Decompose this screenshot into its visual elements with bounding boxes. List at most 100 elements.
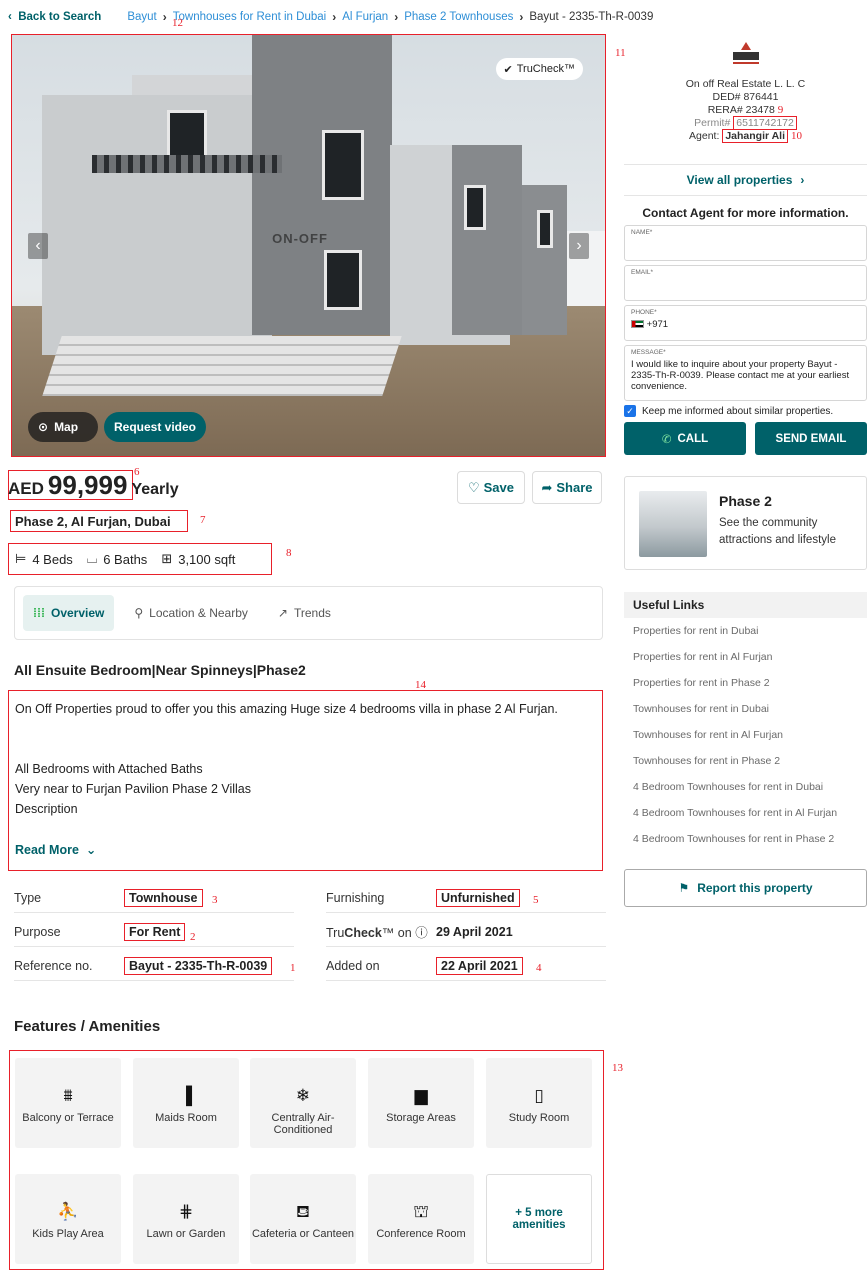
breadcrumb-item-townhouses[interactable]: Townhouses for Rent in Dubai — [173, 11, 326, 23]
more-amenities-button[interactable]: + 5 more amenities — [486, 1174, 592, 1264]
detail-value: 22 April 2021 — [436, 956, 523, 975]
section-tabs: ⁞⁞⁞ Overview ⚲ Location & Nearby ↗ Trend… — [14, 586, 603, 640]
amenity-cafeteria: ⛾ Cafeteria or Canteen — [250, 1174, 356, 1264]
useful-link[interactable]: 4 Bedroom Townhouses for rent in Al Furj… — [633, 800, 867, 826]
description-line — [15, 739, 596, 759]
tab-trends[interactable]: ↗ Trends — [268, 595, 341, 631]
photo-gallery[interactable]: ON-OFF ‹ › ✔ TruCheck™ ⊙ Map Request vid… — [11, 34, 606, 457]
tab-overview[interactable]: ⁞⁞⁞ Overview — [23, 595, 115, 631]
price: AED 99,999 Yearly — [8, 470, 179, 500]
amenity-maids-room: ▐ Maids Room — [133, 1058, 239, 1148]
beds-spec: ⊨ 4 Beds — [15, 551, 73, 567]
detail-value: Unfurnished — [436, 888, 520, 907]
detail-value: For Rent — [124, 922, 186, 941]
detail-label: Purpose — [14, 924, 61, 939]
useful-link[interactable]: Townhouses for rent in Al Furjan — [633, 722, 867, 748]
amenity-lawn-garden: ⋕ Lawn or Garden — [133, 1174, 239, 1264]
breadcrumb-item-phase-2[interactable]: Phase 2 Townhouses — [404, 11, 513, 23]
storage-box-icon: ▆ — [414, 1086, 428, 1105]
share-arrow-icon: ➦ — [541, 479, 553, 495]
chevron-down-icon: ⌄ — [82, 843, 97, 857]
bathtub-icon: ⌴ — [86, 551, 98, 566]
detail-value: Townhouse — [124, 888, 203, 907]
email-field-label: EMAIL* — [631, 269, 654, 276]
book-icon: ▯ — [534, 1086, 544, 1105]
trucheck-badge[interactable]: ✔ TruCheck™ — [495, 58, 583, 80]
map-button[interactable]: ⊙ Map — [28, 412, 98, 442]
price-period: Yearly — [131, 481, 179, 498]
amenity-label: Lawn or Garden — [146, 1228, 226, 1240]
useful-link[interactable]: Properties for rent in Phase 2 — [633, 670, 867, 696]
annotation-8: 8 — [286, 547, 292, 559]
annotation-12: 12 — [172, 17, 183, 29]
useful-link[interactable]: Townhouses for rent in Phase 2 — [633, 748, 867, 774]
watermark-logo: ON-OFF — [272, 231, 328, 246]
agent-name[interactable]: Jahangir Ali — [722, 129, 789, 143]
baths-label: 6 Baths — [103, 551, 148, 567]
checkbox-checked-icon[interactable]: ✓ — [624, 405, 636, 417]
agent-label: Agent: — [689, 130, 720, 142]
send-email-button[interactable]: SEND EMAIL — [755, 422, 867, 455]
phone-field[interactable]: PHONE* +971 — [624, 305, 867, 341]
detail-trucheck: TruCheck™ on ⓘ 29 April 2021 — [326, 917, 606, 947]
annotation-2: 2 — [190, 931, 196, 943]
cafeteria-icon: ⛾ — [296, 1202, 310, 1221]
useful-link[interactable]: Townhouses for rent in Dubai — [633, 696, 867, 722]
useful-link[interactable]: 4 Bedroom Townhouses for rent in Phase 2 — [633, 826, 867, 852]
breadcrumb-item-bayut[interactable]: Bayut — [127, 11, 156, 23]
amenity-storage: ▆ Storage Areas — [368, 1058, 474, 1148]
annotation-6: 6 — [134, 466, 140, 478]
chevron-right-icon: › — [162, 10, 167, 24]
grid-dots-icon: ⁞⁞⁞ — [33, 606, 45, 620]
trucheck-label-pre: Tru — [326, 926, 345, 940]
message-field-label: MESSAGE* — [631, 349, 666, 356]
amenities-grid: ⩩ Balcony or Terrace ▐ Maids Room ❄ Central… — [9, 1050, 604, 1270]
useful-links-list: Properties for rent in Dubai Properties … — [624, 618, 867, 852]
community-card[interactable]: Phase 2 See the community attractions an… — [624, 476, 867, 570]
useful-link[interactable]: Properties for rent in Dubai — [633, 618, 867, 644]
phone-value: +971 — [631, 319, 860, 330]
annotation-7: 7 — [200, 514, 206, 526]
useful-link[interactable]: 4 Bedroom Townhouses for rent in Dubai — [633, 774, 867, 800]
breadcrumb-item-al-furjan[interactable]: Al Furjan — [342, 11, 388, 23]
useful-link[interactable]: Properties for rent in Al Furjan — [633, 644, 867, 670]
save-button[interactable]: ♡ Save — [457, 471, 525, 504]
tab-location-nearby[interactable]: ⚲ Location & Nearby — [124, 595, 258, 631]
info-icon[interactable]: ⓘ — [415, 926, 428, 940]
view-all-properties-link[interactable]: View all properties › — [624, 164, 867, 196]
call-button[interactable]: ✆ CALL — [624, 422, 746, 455]
window — [537, 210, 553, 248]
window — [464, 185, 486, 230]
amenity-label: Conference Room — [376, 1228, 466, 1240]
report-property-button[interactable]: ⚑ Report this property — [624, 869, 867, 907]
agency-logo[interactable] — [729, 40, 763, 68]
conference-icon: ⛫ — [413, 1202, 429, 1221]
description-line: Description — [15, 802, 78, 816]
back-label: Back to Search — [18, 11, 102, 23]
save-label: Save — [483, 480, 515, 495]
chevron-right-icon: › — [394, 10, 399, 24]
beds-label: 4 Beds — [32, 551, 73, 567]
annotation-4: 4 — [536, 962, 542, 974]
phone-icon: ✆ — [661, 433, 672, 446]
name-field[interactable]: NAME* — [624, 225, 867, 261]
amenity-study-room: ▯ Study Room — [486, 1058, 592, 1148]
entrance-steps — [42, 336, 402, 396]
uae-flag-icon[interactable] — [631, 320, 644, 329]
message-field[interactable]: MESSAGE* I would like to inquire about y… — [624, 345, 867, 401]
email-field[interactable]: EMAIL* — [624, 265, 867, 301]
read-more-button[interactable]: Read More ⌄ — [15, 840, 96, 860]
keep-informed-label: Keep me informed about similar propertie… — [642, 405, 834, 417]
prev-photo-button[interactable]: ‹ — [28, 233, 48, 259]
property-location: Phase 2, Al Furjan, Dubai — [10, 510, 188, 532]
share-button[interactable]: ➦ Share — [532, 471, 602, 504]
request-video-button[interactable]: Request video — [104, 412, 206, 442]
keep-informed-checkbox[interactable]: ✓ Keep me informed about similar propert… — [624, 405, 833, 417]
trucheck-label-post: ™ on — [381, 926, 412, 940]
map-label: Map — [54, 420, 79, 434]
description: On Off Properties proud to offer you thi… — [8, 690, 603, 871]
next-photo-button[interactable]: › — [569, 233, 589, 259]
back-to-search-link[interactable]: ‹ Back to Search — [8, 11, 101, 23]
area-label: 3,100 sqft — [178, 551, 236, 567]
chevron-right-icon: › — [332, 10, 337, 24]
